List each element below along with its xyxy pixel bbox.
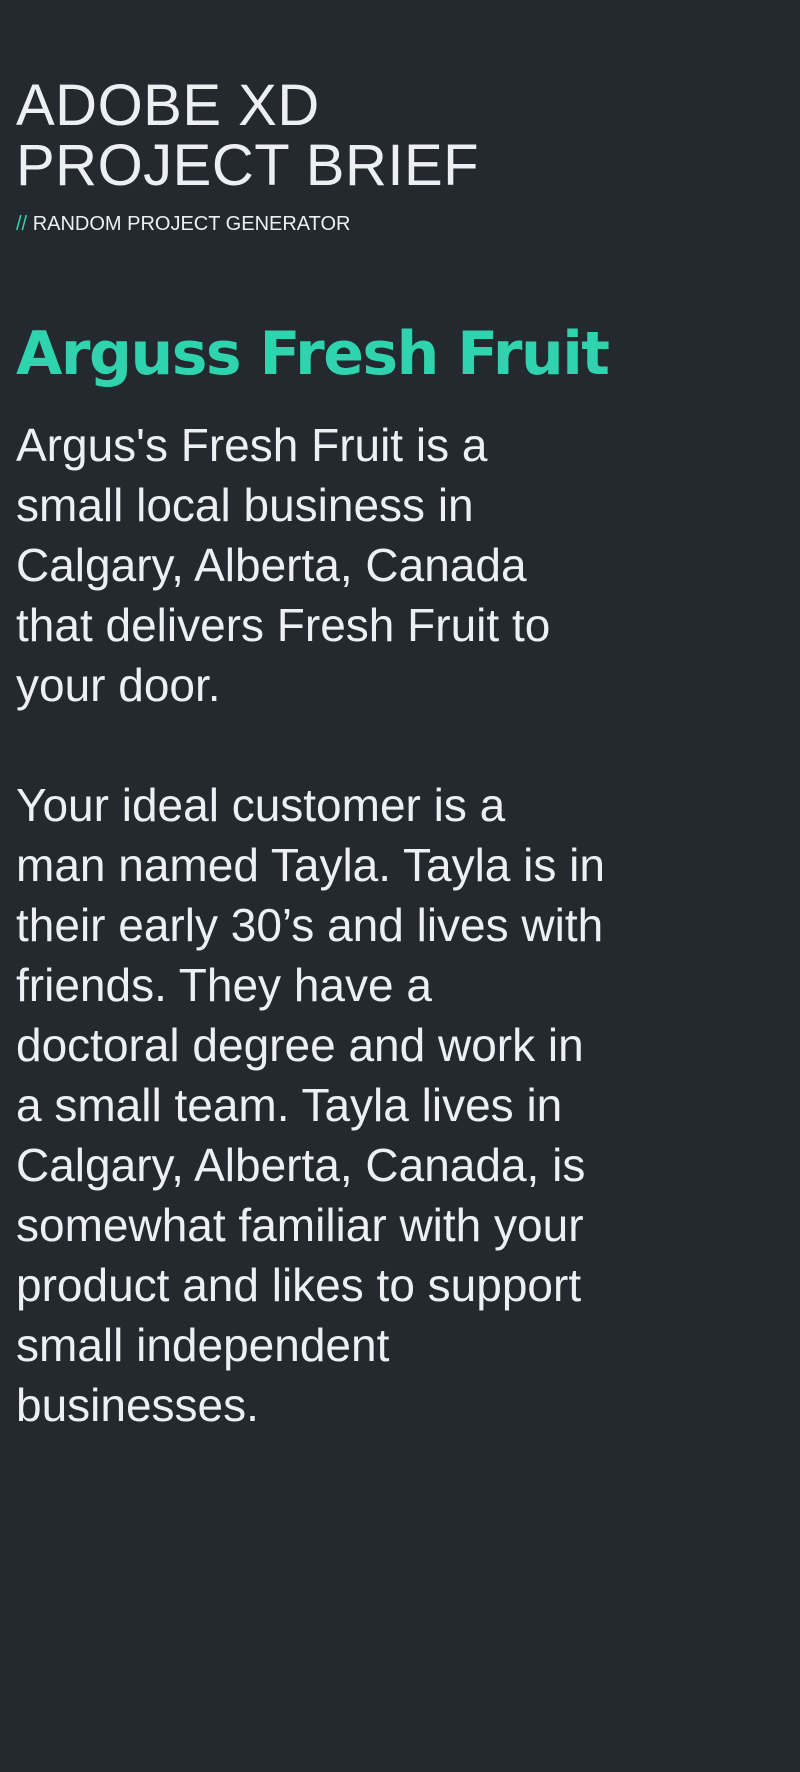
page-header: ADOBE XD PROJECT BRIEF // RANDOM PROJECT… xyxy=(16,76,716,236)
page-title-line-1: ADOBE XD xyxy=(16,73,320,138)
page-title: ADOBE XD PROJECT BRIEF xyxy=(16,76,716,196)
subtitle-text: RANDOM PROJECT GENERATOR xyxy=(32,213,351,235)
customer-description: Your ideal customer is a man named Tayla… xyxy=(16,779,605,1431)
page-title-line-2: PROJECT BRIEF xyxy=(16,133,480,198)
page-subtitle: // RANDOM PROJECT GENERATOR xyxy=(16,212,716,236)
project-name: Arguss Fresh Fruit xyxy=(16,319,610,389)
project-description: Argus's Fresh Fruit is a small local bus… xyxy=(16,419,551,711)
project-brief: Argus's Fresh Fruit is a small local bus… xyxy=(16,415,606,1435)
subtitle-slashes: // xyxy=(16,213,28,235)
page: ADOBE XD PROJECT BRIEF // RANDOM PROJECT… xyxy=(0,0,800,1772)
